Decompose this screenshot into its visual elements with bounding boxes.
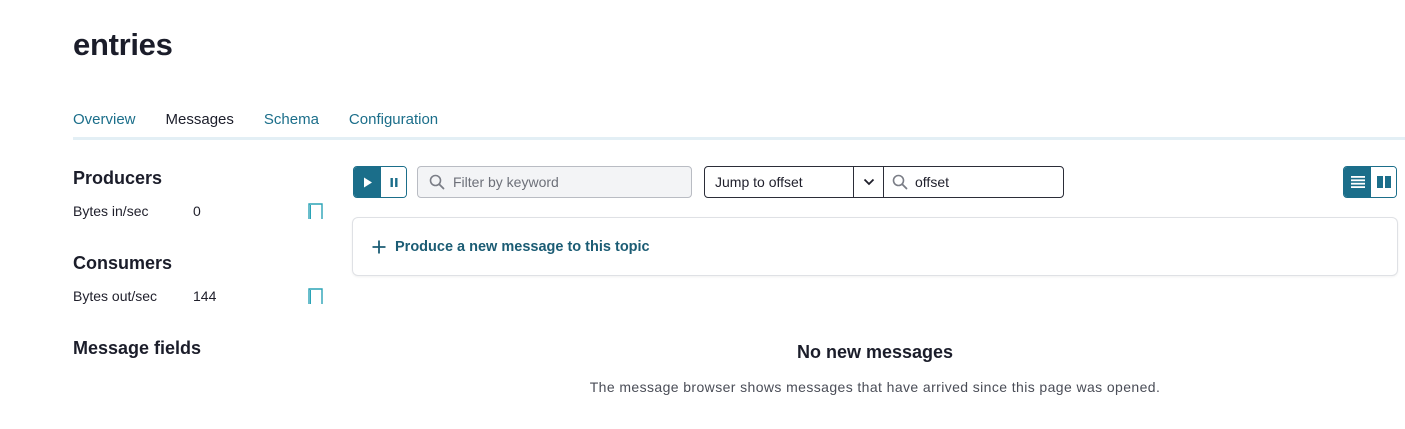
play-icon — [363, 177, 372, 187]
tab-schema[interactable]: Schema — [264, 108, 319, 140]
bytes-out-sparkline-icon — [308, 288, 323, 304]
produce-message-button[interactable]: Produce a new message to this topic — [352, 217, 1398, 276]
pause-button[interactable] — [381, 167, 406, 197]
bytes-in-value: 0 — [193, 203, 201, 219]
consumers-heading: Consumers — [73, 253, 173, 273]
empty-state-description: The message browser shows messages that … — [589, 379, 1161, 395]
bytes-in-label: Bytes in/sec — [73, 203, 149, 219]
search-icon — [892, 174, 908, 190]
jump-to-offset-control: Jump to offset — [704, 166, 1064, 198]
split-view-icon — [1376, 176, 1391, 188]
split-view-button[interactable] — [1371, 167, 1396, 197]
playback-controls — [353, 166, 407, 198]
plus-icon — [372, 240, 386, 253]
empty-state-title: No new messages — [796, 342, 954, 362]
bytes-out-value: 144 — [193, 288, 217, 304]
play-button[interactable] — [354, 167, 381, 197]
tab-overview[interactable]: Overview — [73, 108, 136, 140]
keyword-filter — [417, 166, 692, 198]
jump-mode-select[interactable]: Jump to offset — [705, 167, 854, 197]
keyword-filter-input[interactable] — [453, 174, 673, 190]
layout-toggle — [1343, 166, 1397, 198]
pause-icon — [390, 177, 397, 187]
tab-messages[interactable]: Messages — [165, 108, 235, 140]
produce-message-label: Produce a new message to this topic — [395, 238, 650, 255]
bytes-in-sparkline-icon — [308, 203, 323, 219]
tab-configuration[interactable]: Configuration — [349, 108, 438, 140]
chevron-down-icon — [863, 178, 874, 186]
message-fields-heading: Message fields — [73, 338, 202, 358]
page-title: entries — [73, 27, 173, 62]
bytes-out-label: Bytes out/sec — [73, 288, 158, 304]
tab-bar-divider — [73, 137, 1405, 140]
offset-field — [884, 167, 1063, 197]
list-view-button[interactable] — [1344, 167, 1371, 197]
producers-heading: Producers — [73, 168, 163, 188]
search-icon — [429, 174, 445, 190]
jump-mode-dropdown-button[interactable] — [854, 167, 884, 197]
offset-input[interactable] — [915, 174, 1055, 190]
list-view-icon — [1350, 176, 1365, 188]
